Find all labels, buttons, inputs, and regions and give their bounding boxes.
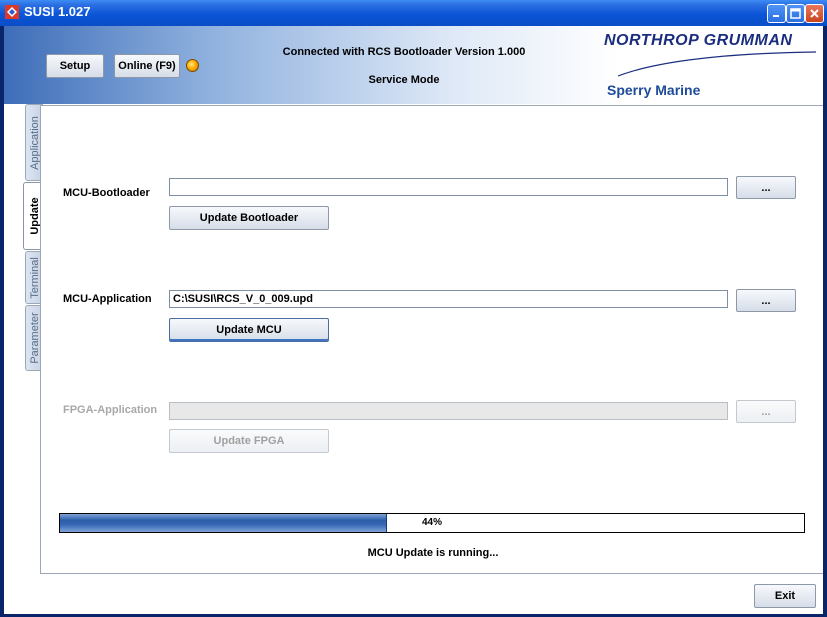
app-icon (5, 5, 19, 19)
update-progress-bar: 44% (59, 513, 805, 533)
mcu-bootloader-label: MCU-Bootloader (63, 187, 150, 199)
mcu-application-path-input[interactable]: C:\SUSI\RCS_V_0_009.upd (169, 290, 728, 308)
tab-label: Parameter (28, 312, 41, 364)
exit-button[interactable]: Exit (754, 584, 816, 608)
close-icon[interactable] (805, 4, 824, 23)
tab-label: Update (28, 197, 41, 235)
mcu-bootloader-path-input[interactable] (169, 178, 728, 196)
online-button[interactable]: Online (F9) (114, 54, 180, 78)
setup-button[interactable]: Setup (46, 54, 104, 78)
minimize-icon[interactable] (767, 4, 786, 23)
update-bootloader-button[interactable]: Update Bootloader (169, 206, 329, 230)
connection-status-led-icon (186, 59, 199, 72)
update-fpga-button[interactable]: Update FPGA (169, 429, 329, 453)
sperry-marine-logo: Sperry Marine (607, 82, 701, 98)
mcu-bootloader-browse-button[interactable]: ... (736, 176, 796, 199)
connection-status-text: Connected with RCS Bootloader Version 1.… (282, 46, 526, 58)
window-title: SUSI 1.027 (24, 4, 91, 19)
northrop-grumman-logo: NORTHROP GRUMMAN (604, 32, 793, 49)
title-bar[interactable]: SUSI 1.027 (0, 0, 827, 26)
fpga-application-label: FPGA-Application (63, 404, 158, 416)
client-area: Setup Online (F9) Connected with RCS Boo… (4, 26, 823, 614)
update-panel: MCU-Bootloader ... Update Bootloader MCU… (40, 105, 823, 574)
tab-label: Application (28, 115, 41, 170)
logo-swoosh-icon (617, 51, 816, 77)
update-mcu-button[interactable]: Update MCU (169, 318, 329, 342)
mcu-application-browse-button[interactable]: ... (736, 289, 796, 312)
fpga-application-path-input[interactable] (169, 402, 728, 420)
update-status-text: MCU Update is running... (367, 547, 499, 559)
app-window: SUSI 1.027 Setup Online (F9) Connected w… (0, 0, 827, 617)
maximize-icon[interactable] (786, 4, 805, 23)
tab-label: Terminal (28, 256, 41, 299)
fpga-application-browse-button[interactable]: ... (736, 400, 796, 423)
mcu-application-label: MCU-Application (63, 293, 152, 305)
header-banner: Setup Online (F9) Connected with RCS Boo… (4, 26, 823, 104)
progress-percent-text: 44% (421, 517, 442, 528)
mode-status-text: Service Mode (368, 74, 440, 86)
